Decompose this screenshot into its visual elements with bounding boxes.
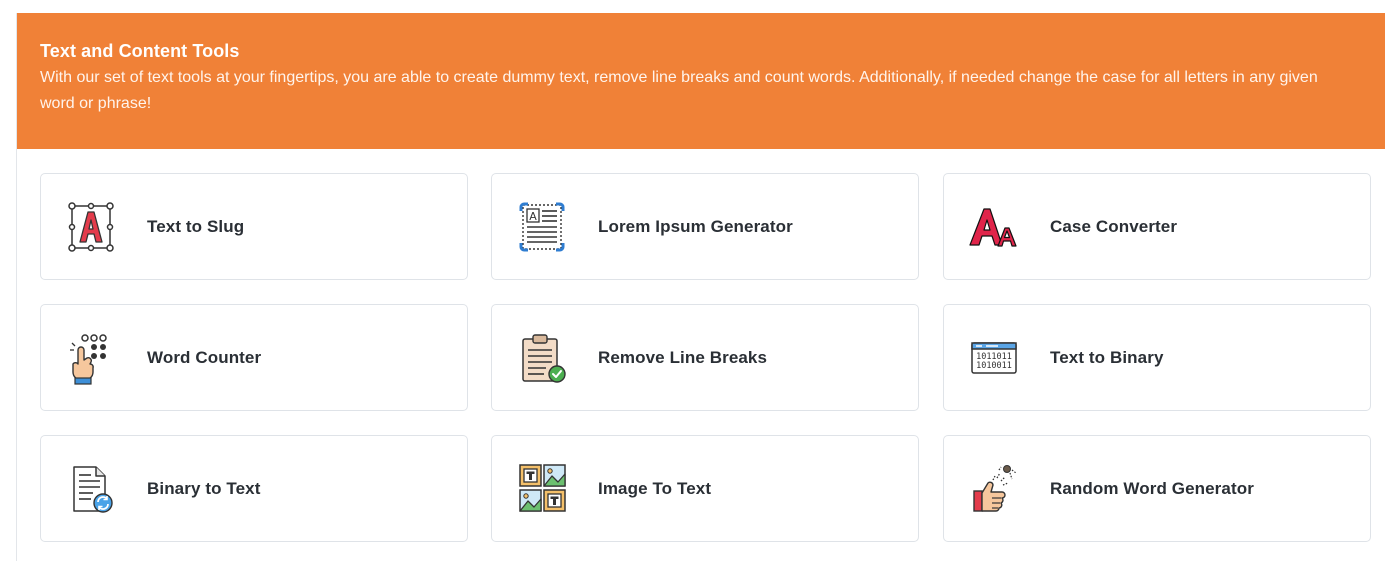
section-header: Text and Content Tools With our set of t… [17, 13, 1385, 149]
tool-label: Text to Slug [147, 216, 245, 236]
case-converter-icon [966, 199, 1022, 255]
random-word-icon [966, 461, 1022, 517]
tool-card-case-converter[interactable]: Case Converter [943, 173, 1371, 280]
tool-card-remove-line-breaks[interactable]: Remove Line Breaks [491, 304, 919, 411]
tool-card-image-to-text[interactable]: Image To Text [491, 435, 919, 542]
tool-label: Case Converter [1050, 216, 1178, 236]
lorem-ipsum-icon: A [514, 199, 570, 255]
tool-card-random-word-generator[interactable]: Random Word Generator [943, 435, 1371, 542]
tool-card-text-to-slug[interactable]: Text to Slug [40, 173, 468, 280]
tool-label: Word Counter [147, 347, 262, 367]
svg-text:1010011: 1010011 [976, 361, 1012, 371]
tool-card-binary-to-text[interactable]: Binary to Text [40, 435, 468, 542]
binary-to-text-icon [63, 461, 119, 517]
tool-card-text-to-binary[interactable]: 1011011 1010011 Text to Binary [943, 304, 1371, 411]
svg-text:A: A [529, 210, 537, 223]
tool-label: Image To Text [598, 478, 712, 498]
tool-label: Text to Binary [1050, 347, 1164, 367]
section-description: With our set of text tools at your finge… [40, 69, 1318, 112]
image-to-text-icon [514, 461, 570, 517]
tool-label: Remove Line Breaks [598, 347, 768, 367]
tool-label: Binary to Text [147, 478, 261, 498]
tool-card-lorem-ipsum-generator[interactable]: A Lorem Ipsum Generator [491, 173, 919, 280]
text-slug-icon [63, 199, 119, 255]
tool-label: Random Word Generator [1050, 478, 1254, 498]
word-counter-icon [63, 330, 119, 386]
text-to-binary-icon: 1011011 1010011 [966, 330, 1022, 386]
remove-line-breaks-icon [514, 330, 570, 386]
tool-label: Lorem Ipsum Generator [598, 216, 793, 236]
tool-card-word-counter[interactable]: Word Counter [40, 304, 468, 411]
section-title: Text and Content Tools [40, 41, 240, 61]
